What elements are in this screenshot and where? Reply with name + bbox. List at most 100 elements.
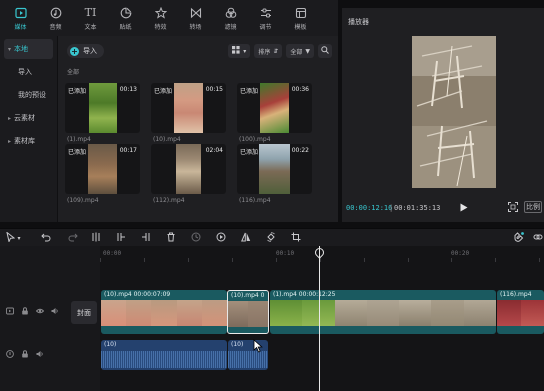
media-item[interactable]: 已添加 00:15 (10).mp4 xyxy=(151,83,226,144)
undo-button[interactable] xyxy=(40,232,52,244)
caret-down-icon: ▾ xyxy=(8,45,12,53)
delete-button[interactable] xyxy=(165,232,177,244)
filter-icon xyxy=(224,6,238,20)
clip-filmstrip xyxy=(497,300,544,326)
tool-tabs: 媒体 音频 TI 文本 贴纸 特效 转场 滤镜 调节 模板 xyxy=(0,0,338,36)
split-right-button[interactable] xyxy=(140,232,152,244)
media-tools: ▾ 排序 ⇵ 全部 ▼ xyxy=(228,44,332,58)
player-title: 播放器 xyxy=(348,18,369,26)
tab-media[interactable]: 媒体 xyxy=(3,0,38,36)
video-clip[interactable]: (116).mp4 xyxy=(497,290,544,334)
media-thumbnail: 已添加 00:13 xyxy=(65,83,140,133)
media-item[interactable]: 已添加 00:36 (100).mp4 xyxy=(237,83,312,144)
select-tool-button[interactable] xyxy=(4,231,16,244)
rotate-button[interactable] xyxy=(265,232,277,244)
thumbnail-image xyxy=(89,83,117,133)
sidebar-item-local[interactable]: ▾ 本地 xyxy=(4,39,53,59)
media-item[interactable]: 02:04 (112).mp4 xyxy=(151,144,226,205)
filter-all-button[interactable]: 全部 ▼ xyxy=(286,44,314,58)
sort-icon: ⇵ xyxy=(273,47,279,55)
mirror-button[interactable] xyxy=(240,232,252,244)
total-time: 00:01:35:13 xyxy=(394,204,441,212)
magnet-snap-button[interactable] xyxy=(512,231,524,245)
crop-button[interactable] xyxy=(290,232,302,244)
lock-track-button[interactable] xyxy=(21,307,29,316)
hide-track-button[interactable] xyxy=(35,308,45,316)
sidebar-item-import[interactable]: 导入 xyxy=(4,62,53,82)
import-button[interactable]: + 导入 xyxy=(67,44,104,58)
ruler-tick xyxy=(144,258,145,262)
select-tool-dropdown[interactable]: ▾ xyxy=(16,232,22,244)
video-preview xyxy=(412,36,496,188)
trash-icon xyxy=(166,232,176,244)
chevron-down-icon: ▾ xyxy=(243,47,247,55)
view-mode-button[interactable]: ▾ xyxy=(228,44,251,58)
tab-transition[interactable]: 转场 xyxy=(178,0,213,36)
mouse-cursor-icon xyxy=(253,339,263,353)
sidebar-item-cloud[interactable]: ▸ 云素材 xyxy=(4,108,53,128)
video-track-icon xyxy=(6,307,14,317)
tab-text[interactable]: TI 文本 xyxy=(73,0,108,36)
rotate-icon xyxy=(266,232,276,244)
sidebar-item-library[interactable]: ▸ 素材库 xyxy=(4,131,53,151)
split-left-button[interactable] xyxy=(115,232,127,244)
split-button[interactable] xyxy=(90,232,102,244)
track-visibility-button[interactable] xyxy=(6,307,14,317)
mute-track-button[interactable] xyxy=(51,308,59,316)
tab-filter[interactable]: 滤镜 xyxy=(213,0,248,36)
video-clip-selected[interactable]: (10).mp4 0 xyxy=(227,290,269,334)
ruler-tick xyxy=(188,258,189,262)
freeze-frame-icon xyxy=(191,232,201,244)
section-label: 全部 xyxy=(67,69,80,76)
playhead[interactable] xyxy=(319,246,320,391)
clip-filmstrip xyxy=(270,300,496,326)
media-item[interactable]: 已添加 00:22 (116).mp4 xyxy=(237,144,312,205)
thumbnail-image xyxy=(174,83,203,133)
tab-audio[interactable]: 音频 xyxy=(38,0,73,36)
player-panel: 播放器 00:00:12:16 | 00:01:35:13 比例 xyxy=(342,8,544,222)
timeline-panel: 00:00 00:10 00:20 封面 (10).mp4 00:00:07:0… xyxy=(0,246,544,391)
plus-icon: + xyxy=(70,46,79,56)
video-clip[interactable]: (10).mp4 00:00:07:09 xyxy=(101,290,227,334)
redo-button[interactable] xyxy=(67,232,79,244)
thumbnail-image xyxy=(259,144,290,194)
ruler-tick xyxy=(276,258,277,262)
sticker-icon xyxy=(119,6,133,20)
play-button[interactable] xyxy=(460,203,468,212)
media-item[interactable]: 已添加 00:17 (109).mp4 xyxy=(65,144,140,205)
video-clip[interactable]: (1).mp4 00:00:12:25 xyxy=(270,290,496,334)
freeze-button[interactable] xyxy=(190,232,202,244)
grid-icon xyxy=(232,46,240,56)
sort-button[interactable]: 排序 ⇵ xyxy=(254,44,283,58)
tab-effects[interactable]: 特效 xyxy=(143,0,178,36)
trim-left-icon xyxy=(116,232,126,244)
audio-icon xyxy=(49,6,63,20)
current-time: 00:00:12:16 xyxy=(346,204,393,212)
cover-button[interactable]: 封面 xyxy=(71,301,97,324)
search-button[interactable] xyxy=(318,44,332,58)
media-panel: + 导入 ▾ 排序 ⇵ 全部 ▼ 全部 已添加 00:13 (1).mp4 已添… xyxy=(58,36,338,222)
play-icon xyxy=(460,203,468,212)
redo-icon xyxy=(68,232,78,244)
audio-track-button[interactable] xyxy=(6,350,14,359)
text-icon: TI xyxy=(84,6,97,19)
link-button[interactable] xyxy=(532,232,544,244)
ruler-tick xyxy=(451,258,452,262)
magnet-icon xyxy=(513,231,524,245)
tab-template[interactable]: 模板 xyxy=(283,0,318,36)
ratio-button[interactable]: 比例 xyxy=(524,201,542,213)
effects-icon xyxy=(154,6,168,20)
media-thumbnail: 已添加 00:15 xyxy=(151,83,226,133)
audio-clip[interactable]: (10) xyxy=(101,340,227,370)
caret-right-icon: ▸ xyxy=(8,114,12,122)
reverse-button[interactable] xyxy=(215,232,227,244)
mute-audio-track-button[interactable] xyxy=(36,351,44,359)
sidebar-item-presets[interactable]: 我的预设 xyxy=(4,85,53,105)
media-item[interactable]: 已添加 00:13 (1).mp4 xyxy=(65,83,140,144)
ruler-tick xyxy=(364,258,365,262)
lock-audio-track-button[interactable] xyxy=(21,350,29,359)
tab-sticker[interactable]: 贴纸 xyxy=(108,0,143,36)
ruler-tick xyxy=(232,258,233,262)
fullscreen-button[interactable] xyxy=(507,201,519,213)
tab-adjust[interactable]: 调节 xyxy=(248,0,283,36)
